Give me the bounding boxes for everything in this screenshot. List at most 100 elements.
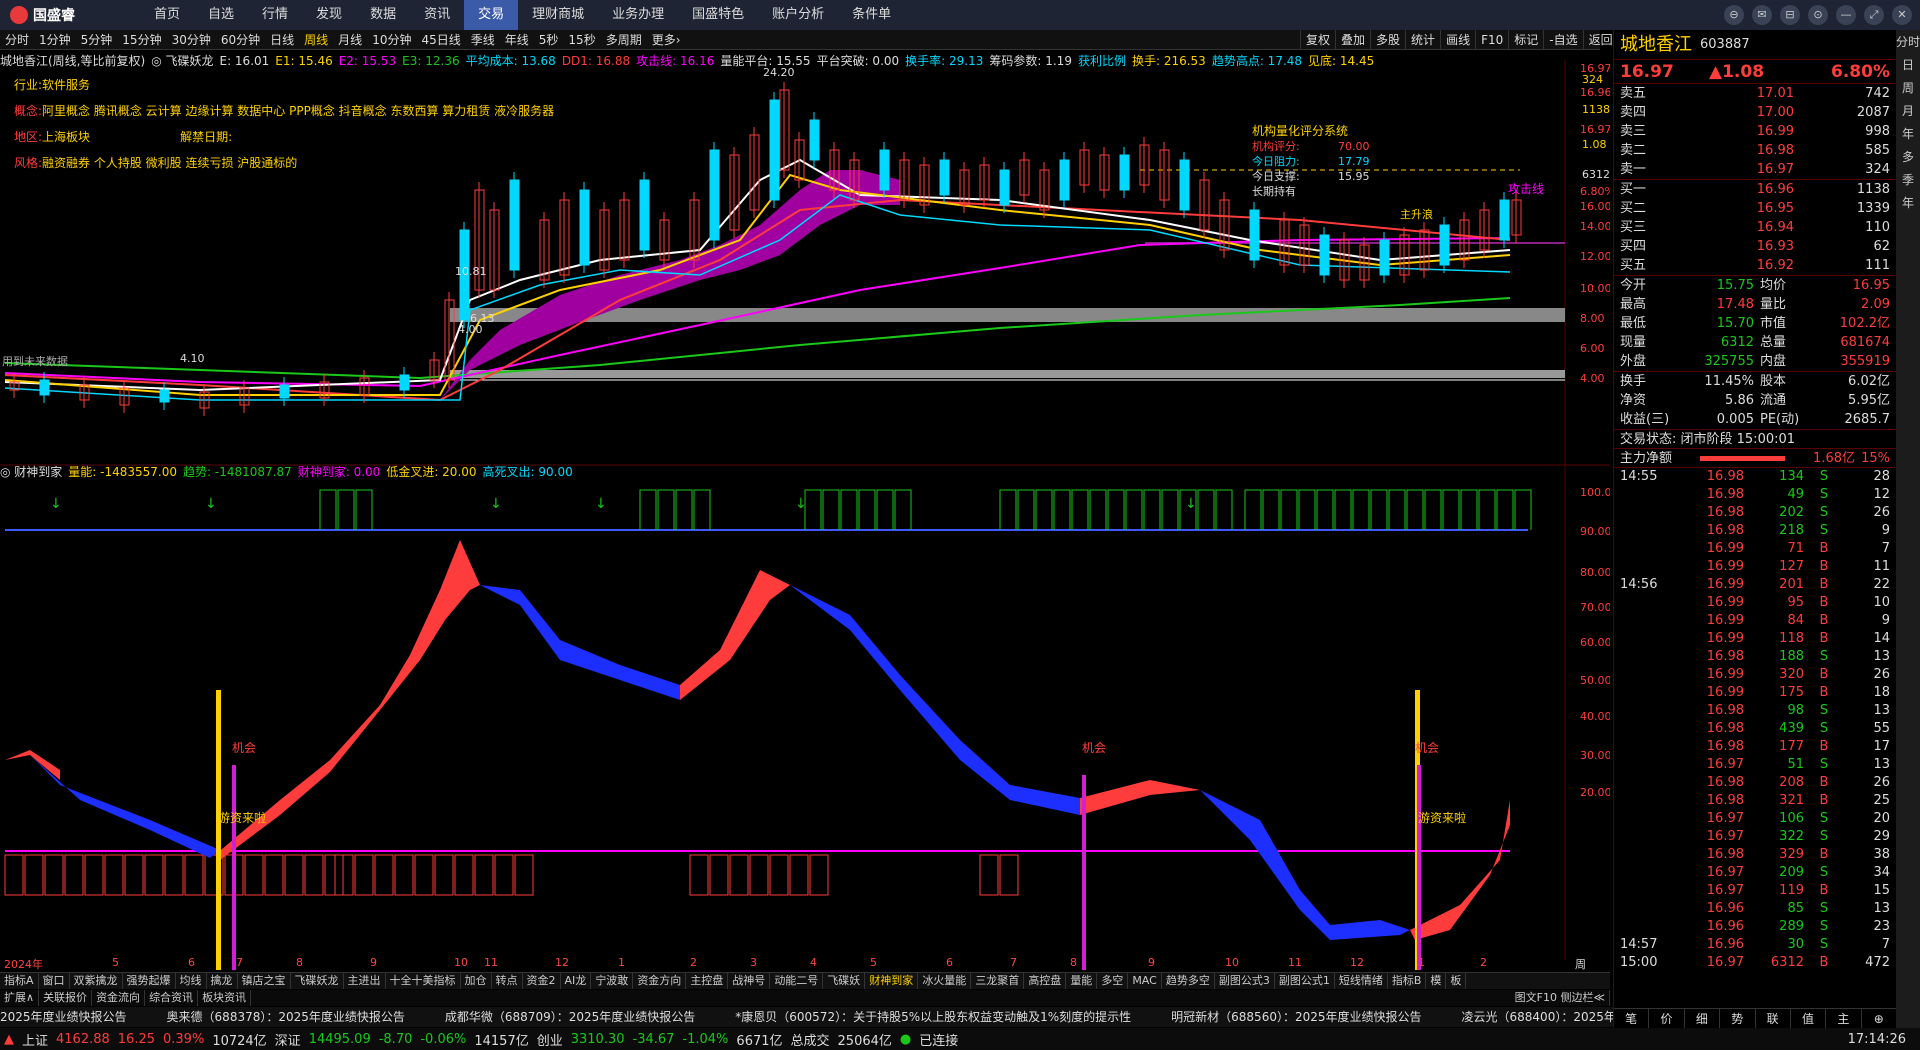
ticker-item[interactable]: 2025年度业绩快报公告	[0, 1010, 127, 1024]
ticker-item[interactable]: 成都华微（688709）：2025年度业绩快报公告	[445, 1010, 695, 1024]
sidebar-item[interactable]: 周	[1902, 79, 1914, 96]
tool-button[interactable]: F10	[1475, 30, 1508, 50]
tool-button[interactable]: 标记	[1508, 30, 1543, 50]
indicator-tab[interactable]: 指标B	[1388, 973, 1427, 989]
period-tab[interactable]: 月线	[333, 31, 367, 48]
quote-tab[interactable]: 主	[1826, 1009, 1862, 1028]
extension-tab[interactable]: 板块资讯	[198, 990, 252, 1006]
quote-tab[interactable]: ⊕	[1862, 1009, 1897, 1028]
tick-list[interactable]: 14:55 16.98 134 S 28 16.98 49 S 12 16.98 202 S 26 16.…	[1614, 468, 1896, 972]
tool-button[interactable]: -自选	[1543, 30, 1582, 50]
ticker-item[interactable]: *康恩贝（600572）：关于持股5%以上股东权益变动触及1%刻度的提示性	[735, 1010, 1131, 1024]
sidebar-item[interactable]: 分时	[1896, 33, 1920, 50]
indicator-tab[interactable]: 动能二号	[770, 973, 824, 989]
menu-item[interactable]: 资讯	[410, 0, 464, 30]
sidebar-item[interactable]: 月	[1902, 102, 1914, 119]
indicator-tab[interactable]: 主进出	[344, 973, 386, 989]
period-tab[interactable]: 1分钟	[34, 31, 76, 48]
indicator-tab[interactable]: AI龙	[561, 973, 592, 989]
extension-tab[interactable]: 综合资讯	[145, 990, 199, 1006]
period-tab[interactable]: 更多›	[647, 31, 686, 48]
menu-item[interactable]: 国盛特色	[678, 0, 758, 30]
tool-button[interactable]: 画线	[1440, 30, 1475, 50]
menu-item[interactable]: 自选	[194, 0, 248, 30]
indicator-tab[interactable]: 指标A	[0, 973, 39, 989]
tool-button[interactable]: 复权	[1300, 30, 1335, 50]
indicator-tab[interactable]: 擒龙	[207, 973, 238, 989]
menu-item[interactable]: 业务办理	[598, 0, 678, 30]
price-chart[interactable]: 16.9716.9616.976.80%16.0014.0012.0010.00…	[0, 60, 1610, 970]
period-tab[interactable]: 5分钟	[76, 31, 118, 48]
indicator-tab[interactable]: 财神到家	[865, 973, 919, 989]
menu-item[interactable]: 交易	[464, 0, 519, 30]
period-tab[interactable]: 多周期	[601, 31, 647, 48]
period-tab[interactable]: 10分钟	[367, 31, 416, 48]
side-panel-tab[interactable]: 图文F10 侧边栏≪	[1511, 990, 1610, 1006]
indicator-tab[interactable]: 加仓	[461, 973, 492, 989]
sidebar-item[interactable]: 年	[1902, 125, 1914, 142]
menu-item[interactable]: 理财商城	[518, 0, 598, 30]
period-tab[interactable]: 60分钟	[216, 31, 265, 48]
period-tab[interactable]: 45日线	[416, 31, 465, 48]
window-control-icon[interactable]: ✕	[1892, 5, 1912, 25]
menu-item[interactable]: 行情	[248, 0, 302, 30]
window-control-icon[interactable]: —	[1836, 5, 1856, 25]
sidebar-item[interactable]: 年	[1902, 194, 1914, 211]
indicator-tab[interactable]: 量能	[1066, 973, 1098, 989]
menu-item[interactable]: 账户分析	[758, 0, 838, 30]
sidebar-item[interactable]: 多	[1902, 148, 1914, 165]
tool-button[interactable]: 多股	[1370, 30, 1405, 50]
menu-item[interactable]: 发现	[302, 0, 356, 30]
period-tab[interactable]: 日线	[265, 31, 299, 48]
window-control-icon[interactable]: ⤢	[1864, 5, 1884, 25]
window-control-icon[interactable]: ✉	[1752, 5, 1772, 25]
quote-tab[interactable]: 细	[1685, 1009, 1721, 1028]
indicator-tab[interactable]: 资金2	[523, 973, 561, 989]
indicator-tab[interactable]: MAC	[1128, 973, 1162, 989]
indicator-tab[interactable]: 镇店之宝	[238, 973, 291, 989]
indicator-tab[interactable]: 飞碟妖龙	[291, 973, 344, 989]
period-tab[interactable]: 30分钟	[167, 31, 216, 48]
tool-button[interactable]: 叠加	[1335, 30, 1370, 50]
indicator-tab[interactable]: 短线情绪	[1335, 973, 1388, 989]
extension-tab[interactable]: 关联报价	[39, 990, 93, 1006]
window-control-icon[interactable]: ⊙	[1808, 5, 1828, 25]
quote-tab[interactable]: 势	[1720, 1009, 1756, 1028]
period-tab[interactable]: 5秒	[534, 31, 564, 48]
indicator-tab[interactable]: 主控盘	[686, 973, 729, 989]
indicator-tab[interactable]: 副图公式1	[1275, 973, 1335, 989]
indicator-tab[interactable]: 三龙聚首	[971, 973, 1025, 989]
indicator-tab[interactable]: 高控盘	[1024, 973, 1067, 989]
window-control-icon[interactable]: ⊟	[1780, 5, 1800, 25]
period-tab[interactable]: 分时	[0, 31, 34, 48]
extension-tab[interactable]: 资金流向	[92, 990, 146, 1006]
menu-item[interactable]: 条件单	[838, 0, 905, 30]
indicator-tab[interactable]: 飞碟妖	[823, 973, 866, 989]
window-control-icon[interactable]: ⊖	[1724, 5, 1744, 25]
quote-tab[interactable]: 值	[1791, 1009, 1827, 1028]
indicator-tab[interactable]: 十全十美指标	[386, 973, 461, 989]
indicator-tab[interactable]: 双紫擒龙	[70, 973, 123, 989]
period-tab[interactable]: 年线	[500, 31, 534, 48]
indicator-tab[interactable]: 转点	[492, 973, 523, 989]
sidebar-item[interactable]: 日	[1902, 56, 1914, 73]
indicator-tab[interactable]: 副图公式3	[1215, 973, 1275, 989]
tool-button[interactable]: 统计	[1405, 30, 1440, 50]
indicator-tab[interactable]: 均线	[176, 973, 207, 989]
indicator-tab[interactable]: 窗口	[39, 973, 70, 989]
period-tab[interactable]: 周线	[299, 31, 333, 48]
sidebar-item[interactable]: 季	[1902, 171, 1914, 188]
menu-item[interactable]: 数据	[356, 0, 410, 30]
indicator-tab[interactable]: 资金方向	[633, 973, 687, 989]
quote-tab[interactable]: 价	[1649, 1009, 1685, 1028]
indicator-tab[interactable]: 战神号	[728, 973, 771, 989]
quote-tab[interactable]: 笔	[1614, 1009, 1650, 1028]
indicator-tab[interactable]: 模	[1426, 973, 1447, 989]
quote-tab[interactable]: 联	[1756, 1009, 1791, 1028]
indicator-tab[interactable]: 板	[1446, 973, 1467, 989]
period-tab[interactable]: 15分钟	[117, 31, 166, 48]
app-logo[interactable]: 国盛睿	[0, 5, 90, 25]
indicator-tab[interactable]: 宁波敢	[591, 973, 634, 989]
indicator-tab[interactable]: 趋势多空	[1162, 973, 1215, 989]
indicator-tab[interactable]: 多空	[1097, 973, 1129, 989]
